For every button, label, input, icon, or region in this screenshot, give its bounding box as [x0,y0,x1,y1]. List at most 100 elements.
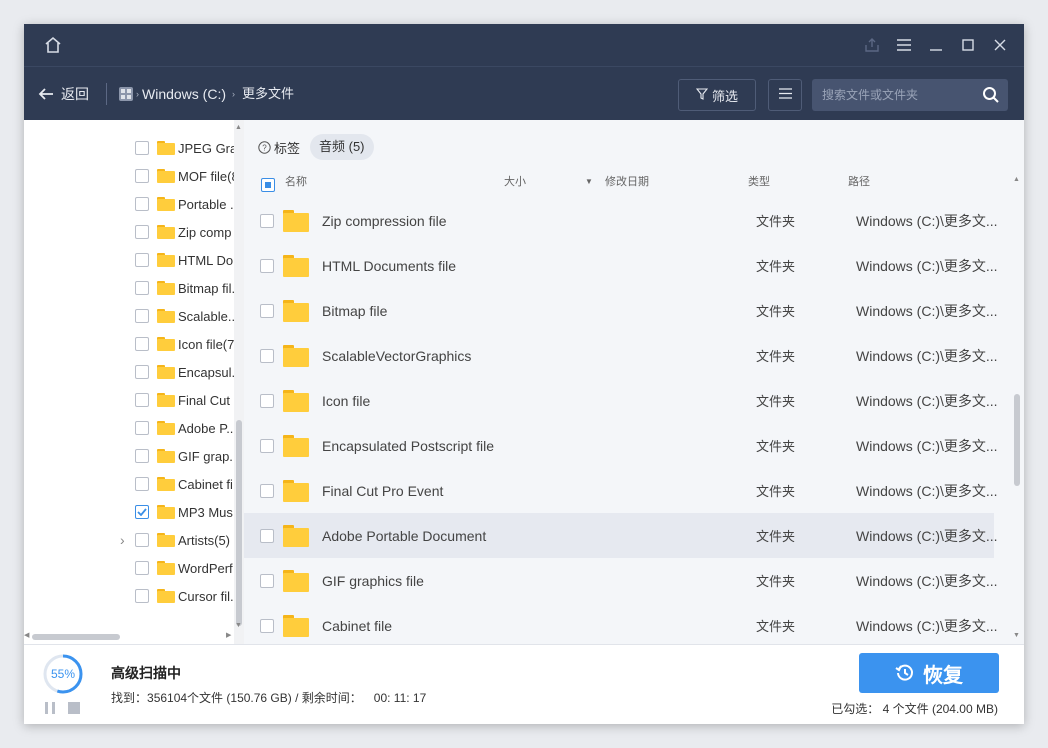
select-all-checkbox[interactable] [261,175,275,193]
tree-item[interactable]: HTML Do [24,246,234,274]
tree-item-checkbox[interactable] [135,197,149,211]
tag-chip-audio[interactable]: 音频 (5) [310,134,374,160]
file-row[interactable]: GIF graphics file 文件夹 Windows (C:)\更多文... [244,558,998,603]
home-icon[interactable] [42,35,64,55]
column-header-path[interactable]: 路径 [848,172,870,192]
row-path: Windows (C:)\更多文... [856,617,998,634]
tree-vertical-scrollbar[interactable]: ▲ ▼ [234,120,244,644]
tree-item[interactable]: Icon file(7 [24,330,234,358]
folder-icon [157,281,175,295]
tree-item-checkbox[interactable] [135,477,149,491]
row-checkbox[interactable] [260,213,274,228]
tree-item[interactable]: Zip comp [24,218,234,246]
tags-label: 标签 [274,140,301,156]
tree-item-checkbox[interactable] [135,141,149,155]
tree-item-checkbox[interactable] [135,337,149,351]
tree-item[interactable]: MP3 Mus [24,498,234,526]
tree-item[interactable]: Cursor fil... [24,582,234,610]
file-row[interactable]: Cabinet file 文件夹 Windows (C:)\更多文... [244,603,998,648]
tree-item[interactable]: Bitmap fil... [24,274,234,302]
title-bar [24,24,1024,66]
list-vertical-scrollbar[interactable]: ▲ ▼ [1012,176,1022,644]
tree-item[interactable]: MOF file(8 [24,162,234,190]
maximize-icon[interactable] [958,35,978,55]
share-icon[interactable] [862,35,882,55]
file-row[interactable]: Encapsulated Postscript file 文件夹 Windows (… [244,423,998,468]
tree-horizontal-scrollbar[interactable]: ◀ ▶ [24,630,234,642]
tree-scroll-thumb[interactable] [236,420,242,626]
tree-item-checkbox[interactable] [135,365,149,379]
sort-down-icon[interactable]: ▼ [585,172,593,192]
column-header-type[interactable]: 类型 [748,172,770,192]
tree-item-checkbox[interactable] [135,281,149,295]
expand-chevron-icon[interactable]: › [120,532,125,548]
stop-icon[interactable] [68,701,80,719]
column-header-size[interactable]: 大小 [504,172,526,192]
tree-item[interactable]: › Artists(5) [24,526,234,554]
scroll-left-arrow-icon[interactable]: ◀ [24,631,29,639]
row-type: 文件夹 [756,214,796,229]
tree-item[interactable]: Adobe P... [24,414,234,442]
file-row[interactable]: Bitmap file 文件夹 Windows (C:)\更多文... [244,288,998,333]
tree-item[interactable]: Final Cut ... [24,386,234,414]
scroll-up-arrow-icon[interactable]: ▲ [1013,176,1020,183]
tree-item-checkbox[interactable] [135,169,149,183]
scroll-down-arrow-icon[interactable]: ▼ [1013,632,1020,639]
file-row[interactable]: ScalableVectorGraphics 文件夹 Windows (C:)\更多… [244,333,998,378]
scroll-down-arrow-icon[interactable]: ▼ [235,622,242,629]
row-checkbox[interactable] [260,483,274,498]
tree-item-checkbox[interactable] [135,225,149,239]
breadcrumb-drive[interactable]: Windows (C:) [142,67,226,121]
column-header-name[interactable]: 名称 [285,172,307,192]
file-row[interactable]: Final Cut Pro Event 文件夹 Windows (C:)\更多文..… [244,468,998,513]
row-checkbox[interactable] [260,393,274,408]
filter-icon [695,87,709,103]
scroll-right-arrow-icon[interactable]: ▶ [226,631,231,639]
minimize-icon[interactable] [926,35,946,55]
file-row[interactable]: Adobe Portable Document 文件夹 Windows (C:)\更… [244,513,998,558]
tree-item[interactable]: Cabinet fi [24,470,234,498]
tree-item-checkbox[interactable] [135,589,149,603]
row-checkbox[interactable] [260,438,274,453]
breadcrumb-folder[interactable]: 更多文件 [242,67,294,121]
file-row[interactable]: Icon file 文件夹 Windows (C:)\更多文... [244,378,998,423]
back-button[interactable]: 返回 [61,67,89,121]
scroll-up-arrow-icon[interactable]: ▲ [235,124,242,131]
filter-button[interactable]: 筛选 [678,79,756,111]
menu-icon[interactable] [894,35,914,55]
tree-item-checkbox[interactable] [135,309,149,323]
tree-item-checkbox[interactable] [135,533,149,547]
tree-item[interactable]: Encapsul... [24,358,234,386]
row-checkbox[interactable] [260,303,274,318]
tree-item-checkbox[interactable] [135,561,149,575]
row-checkbox[interactable] [260,573,274,588]
tree-item[interactable]: GIF grap... [24,442,234,470]
search-icon[interactable] [982,86,1000,104]
file-row[interactable]: Zip compression file 文件夹 Windows (C:)\更多文.… [244,198,998,243]
tree-item-checkbox[interactable] [135,449,149,463]
help-icon[interactable]: ? [258,140,271,154]
tree-item-checkbox[interactable] [135,393,149,407]
column-header-date[interactable]: 修改日期 [605,172,649,192]
row-checkbox[interactable] [260,618,274,633]
row-checkbox[interactable] [260,348,274,363]
tree-item[interactable]: Scalable... [24,302,234,330]
recover-button[interactable]: 恢复 [859,653,999,693]
tree-item[interactable]: WordPerf [24,554,234,582]
pause-icon[interactable] [44,701,56,719]
tree-item[interactable]: Portable ... [24,190,234,218]
file-row[interactable]: HTML Documents file 文件夹 Windows (C:)\更多文..… [244,243,998,288]
list-scroll-thumb[interactable] [1014,394,1020,486]
row-checkbox[interactable] [260,528,274,543]
tree-hscroll-thumb[interactable] [32,634,120,640]
close-icon[interactable] [990,35,1010,55]
view-menu-button[interactable] [768,79,802,111]
row-name: Bitmap file [322,302,388,319]
back-arrow-icon[interactable] [38,86,54,102]
tree-item-checkbox[interactable] [135,505,149,519]
tree-item[interactable]: JPEG Gra... [24,134,234,162]
tree-item-checkbox[interactable] [135,253,149,267]
row-checkbox[interactable] [260,258,274,273]
tree-item-checkbox[interactable] [135,421,149,435]
search-input[interactable] [812,79,982,111]
